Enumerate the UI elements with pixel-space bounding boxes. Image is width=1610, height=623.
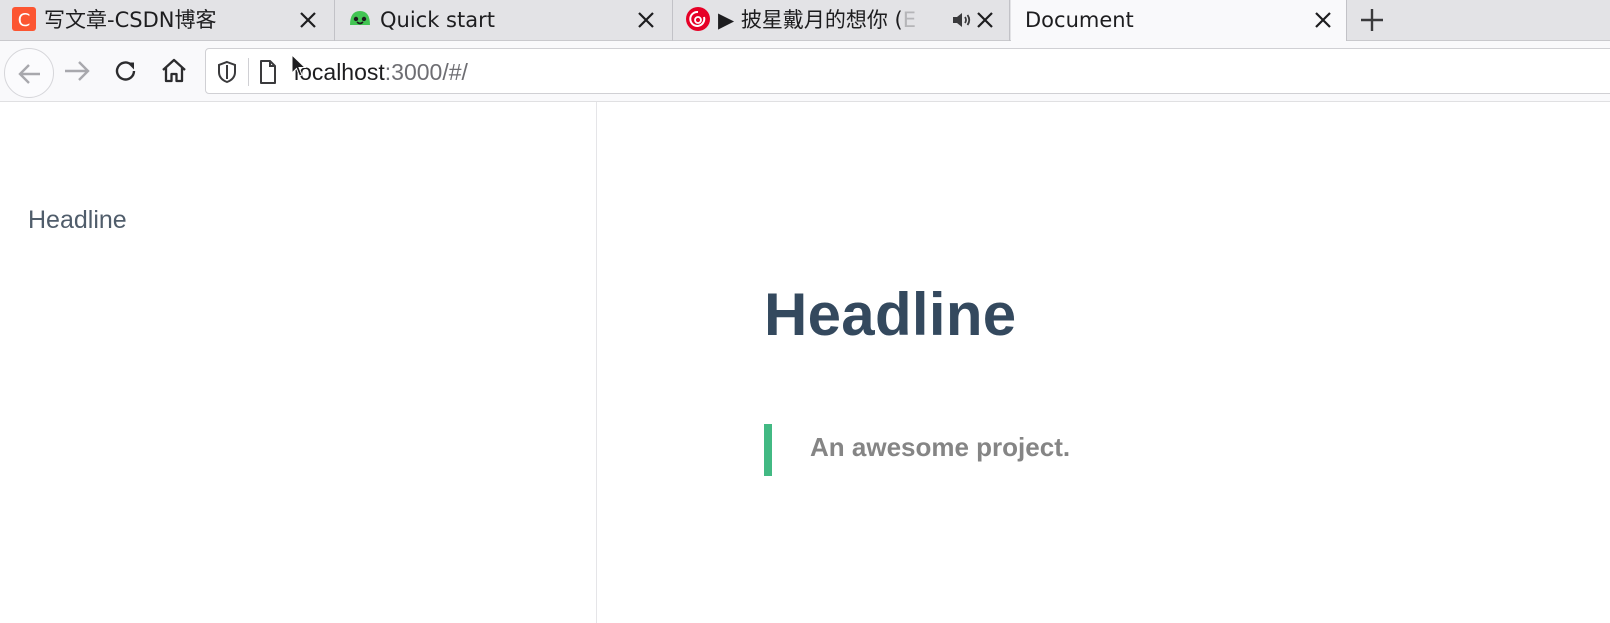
close-tab-icon[interactable] <box>975 10 995 30</box>
sidebar: Headline <box>0 102 597 623</box>
svg-text:C: C <box>18 10 31 31</box>
new-tab-icon[interactable] <box>1358 6 1386 34</box>
tab-document[interactable]: Document <box>1011 0 1347 42</box>
sidebar-item-headline[interactable]: Headline <box>28 206 127 235</box>
mouse-cursor-icon <box>291 54 307 77</box>
speaker-icon[interactable] <box>950 8 974 32</box>
docsify-icon <box>350 11 370 25</box>
reload-button[interactable] <box>109 54 143 88</box>
close-tab-icon[interactable] <box>636 10 656 30</box>
csdn-icon: C <box>12 7 36 31</box>
tab-music[interactable]: ▶ 披星戴月的想你 (E <box>674 0 1010 41</box>
home-button[interactable] <box>157 54 191 88</box>
netease-music-icon <box>686 7 710 31</box>
tab-title: ▶ 披星戴月的想你 (E <box>718 8 916 32</box>
blockquote-accent-bar <box>764 424 772 476</box>
back-button[interactable] <box>4 48 54 98</box>
page-title: Headline <box>764 281 1017 348</box>
shield-icon[interactable] <box>216 60 238 84</box>
divider <box>248 58 249 86</box>
page-icon[interactable] <box>258 59 278 85</box>
tab-title: Document <box>1025 8 1134 32</box>
tab-strip: C 写文章-CSDN博客 Quick start ▶ 披星戴月的想你 (E Do… <box>0 0 1610 42</box>
arrow-left-icon <box>18 64 40 84</box>
close-tab-icon[interactable] <box>1313 10 1333 30</box>
forward-button[interactable] <box>60 54 94 88</box>
blockquote-text: An awesome project. <box>810 432 1071 462</box>
close-tab-icon[interactable] <box>298 10 318 30</box>
tab-title: 写文章-CSDN博客 <box>44 8 217 32</box>
navigation-toolbar: localhost:3000/#/ <box>0 41 1610 102</box>
tab-title: Quick start <box>380 8 495 32</box>
url-text[interactable]: localhost:3000/#/ <box>294 55 468 89</box>
tab-csdn[interactable]: C 写文章-CSDN博客 <box>0 0 335 41</box>
main-content: Headline An awesome project. <box>598 102 1610 623</box>
address-bar[interactable]: localhost:3000/#/ <box>205 48 1610 94</box>
tab-quick-start[interactable]: Quick start <box>336 0 673 41</box>
